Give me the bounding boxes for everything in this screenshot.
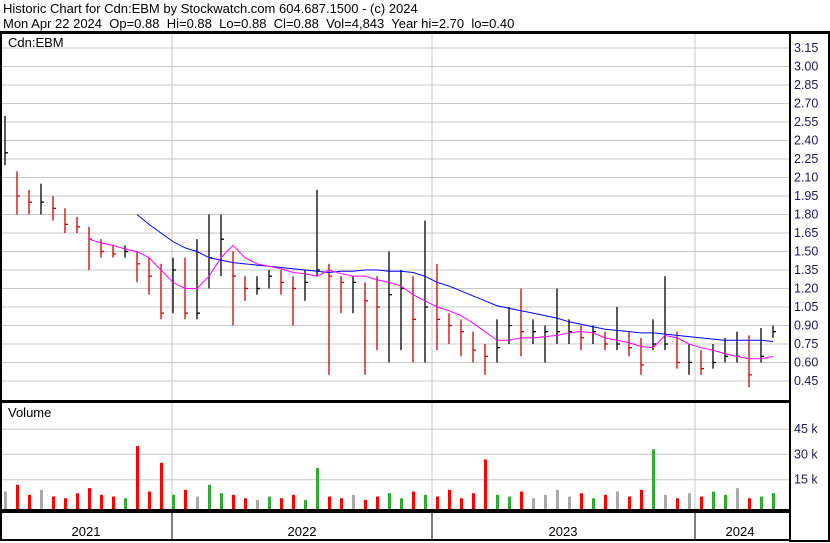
volume-bar	[532, 498, 535, 509]
time-axis-frame	[0, 511, 791, 541]
volume-bar	[388, 493, 391, 509]
volume-bar	[652, 449, 655, 509]
volume-bar	[292, 494, 295, 509]
volume-bar	[232, 494, 235, 509]
volume-bar	[52, 496, 55, 509]
year-label: 2023	[549, 524, 578, 539]
ma-short-line	[88, 238, 774, 360]
price-tick-label: 2.85	[794, 78, 818, 92]
price-tick-label: 2.40	[794, 134, 818, 148]
price-tick-label: 3.15	[794, 41, 818, 55]
volume-bar	[280, 498, 283, 509]
volume-bar	[748, 498, 751, 509]
volume-bar	[736, 488, 739, 509]
volume-bar	[772, 493, 775, 509]
volume-bar	[760, 496, 763, 509]
volume-bar	[376, 496, 379, 509]
volume-bar	[628, 496, 631, 509]
volume-bar	[508, 496, 511, 509]
volume-tick-label: 45 k	[794, 422, 818, 436]
volume-bar	[16, 484, 19, 509]
volume-bar	[172, 494, 175, 509]
price-tick-label: 2.70	[794, 97, 818, 111]
volume-bar	[364, 499, 367, 509]
volume-bar	[436, 496, 439, 509]
volume-panel-frame	[0, 401, 791, 511]
price-tick-label: 2.25	[794, 152, 818, 166]
volume-bar	[136, 445, 139, 509]
volume-bar	[64, 498, 67, 509]
volume-bar	[592, 498, 595, 509]
volume-bar	[88, 488, 91, 509]
volume-bar	[352, 494, 355, 509]
price-tick-label: 1.05	[794, 300, 818, 314]
volume-bar	[496, 494, 499, 509]
volume-bar	[196, 496, 199, 509]
symbol-label: Cdn:EBM	[8, 35, 64, 50]
volume-bar	[328, 496, 331, 509]
year-label: 2021	[72, 524, 101, 539]
chart-container: Historic Chart for Cdn:EBM by Stockwatch…	[0, 0, 830, 543]
volume-bar	[460, 498, 463, 509]
price-tick-label: 1.20	[794, 282, 818, 296]
volume-bar	[40, 489, 43, 509]
volume-bar	[676, 498, 679, 509]
price-tick-label: 1.50	[794, 245, 818, 259]
volume-label: Volume	[8, 405, 51, 420]
volume-bar	[4, 491, 7, 509]
volume-bar	[244, 498, 247, 509]
volume-bar	[340, 498, 343, 509]
volume-tick-label: 30 k	[794, 447, 818, 461]
volume-bar	[316, 467, 319, 509]
volume-bar	[304, 499, 307, 509]
volume-tick-label: 15 k	[794, 473, 818, 487]
price-panel-frame	[0, 32, 791, 402]
year-label: 2024	[726, 524, 755, 539]
volume-bar	[724, 494, 727, 509]
volume-bar	[700, 496, 703, 509]
price-tick-label: 0.45	[794, 374, 818, 388]
volume-bar	[424, 494, 427, 509]
volume-bar	[112, 496, 115, 509]
volume-bar	[220, 493, 223, 509]
volume-bar	[556, 489, 559, 509]
volume-bar	[148, 491, 151, 509]
volume-bar	[568, 496, 571, 509]
price-tick-label: 2.55	[794, 115, 818, 129]
volume-bar	[76, 493, 79, 509]
volume-bar	[268, 496, 271, 509]
price-tick-label: 3.00	[794, 60, 818, 74]
volume-bar	[544, 494, 547, 509]
volume-bar	[640, 489, 643, 509]
volume-bar	[448, 489, 451, 509]
price-tick-label: 0.60	[794, 356, 818, 370]
price-volume-chart: 3.15 3.00 2.85 2.70 2.55 2.40 2.25 2.10 1.95 1.80…	[0, 31, 830, 542]
volume-bar	[184, 489, 187, 509]
price-tick-label: 0.90	[794, 319, 818, 333]
price-tick-label: 2.10	[794, 171, 818, 185]
volume-bar	[604, 494, 607, 509]
volume-bar	[124, 498, 127, 509]
volume-bar	[28, 494, 31, 509]
volume-bar	[688, 493, 691, 509]
year-label: 2022	[288, 524, 317, 539]
volume-bar	[412, 491, 415, 509]
volume-bar	[400, 498, 403, 509]
price-tick-label: 1.95	[794, 189, 818, 203]
price-tick-label: 1.35	[794, 263, 818, 277]
volume-bar	[616, 491, 619, 509]
price-tick-label: 1.80	[794, 208, 818, 222]
volume-bar	[484, 459, 487, 509]
volume-bar	[160, 462, 163, 509]
volume-bar	[580, 493, 583, 509]
volume-bar	[712, 491, 715, 509]
volume-bar	[664, 494, 667, 509]
volume-bar	[520, 491, 523, 509]
price-tick-label: 0.75	[794, 337, 818, 351]
volume-bar	[472, 493, 475, 509]
volume-bar	[208, 484, 211, 509]
price-tick-label: 1.65	[794, 226, 818, 240]
volume-bar	[100, 494, 103, 509]
volume-bar	[256, 499, 259, 509]
